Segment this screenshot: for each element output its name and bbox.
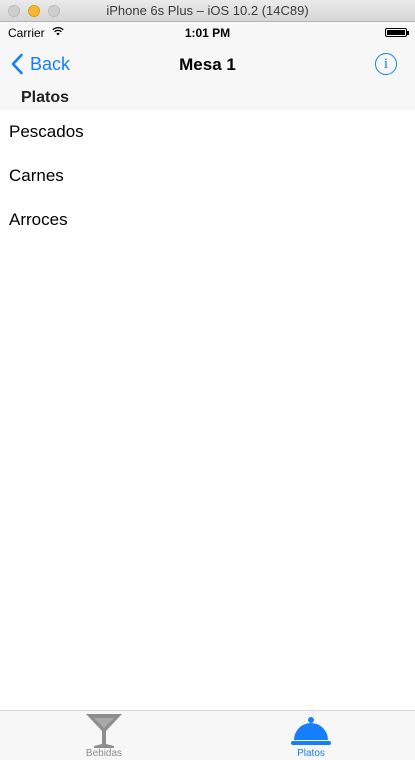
list-item-pescados[interactable]: Pescados (0, 110, 415, 154)
status-bar: Carrier 1:01 PM (0, 22, 415, 42)
tab-bebidas[interactable]: Bebidas (0, 711, 208, 760)
list-item-carnes[interactable]: Carnes (0, 154, 415, 198)
tab-platos[interactable]: Platos (207, 711, 415, 760)
serving-dish-icon (291, 717, 331, 745)
window-title: iPhone 6s Plus – iOS 10.2 (14C89) (106, 3, 309, 18)
battery-icon (385, 28, 409, 37)
navigation-bar: Back Mesa 1 i (0, 42, 415, 86)
status-time: 1:01 PM (184, 26, 231, 40)
dish-category-list: Pescados Carnes Arroces (0, 110, 415, 242)
section-header: Platos (0, 86, 415, 110)
tab-platos-label: Platos (297, 748, 325, 759)
window-titlebar: iPhone 6s Plus – iOS 10.2 (14C89) (0, 0, 415, 22)
cocktail-glass-icon (86, 714, 122, 748)
page-title: Mesa 1 (179, 55, 236, 74)
tab-bar: Bebidas Platos (0, 710, 415, 760)
info-icon: i (383, 55, 389, 72)
list-item-arroces[interactable]: Arroces (0, 198, 415, 242)
tab-bebidas-label: Bebidas (85, 748, 123, 759)
info-button[interactable]: i (375, 53, 397, 75)
